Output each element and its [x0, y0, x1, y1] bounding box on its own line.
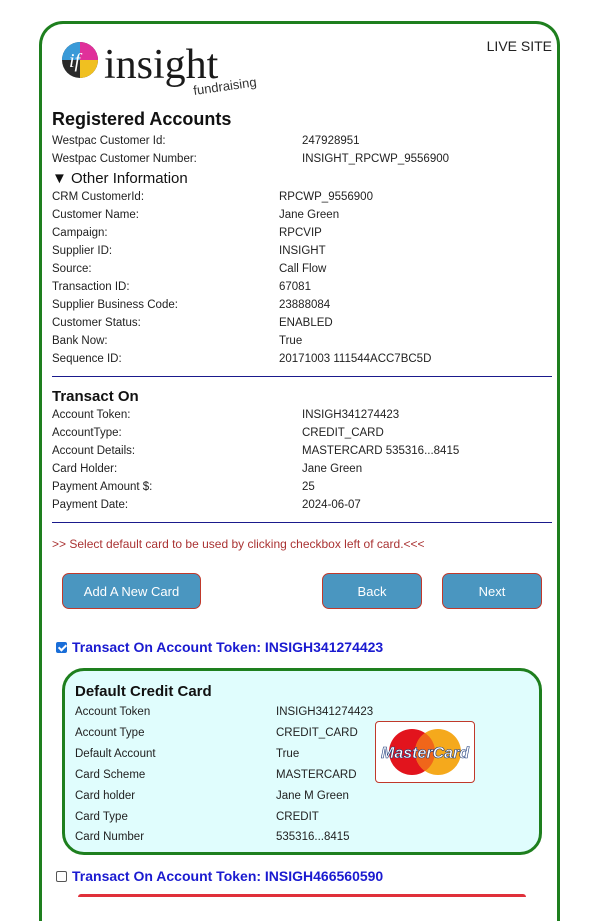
card-value: MASTERCARD — [276, 768, 357, 781]
other-value: Jane Green — [279, 209, 340, 221]
other-info-toggle[interactable]: ▼ Other Information — [52, 170, 188, 187]
token-option: Transact On Account Token: INSIGH4665605… — [56, 868, 383, 884]
card-label: Default Account — [75, 747, 156, 760]
card-value: True — [276, 747, 300, 760]
back-button[interactable]: Back — [322, 573, 422, 609]
other-value: 67081 — [279, 281, 311, 293]
token-checkbox[interactable] — [56, 641, 67, 653]
transact-value: 25 — [302, 481, 315, 493]
other-value: RPCWP_9556900 — [279, 191, 373, 203]
other-label: CRM CustomerId: — [52, 191, 145, 203]
transact-label: Account Token: — [52, 409, 131, 421]
token-option: Transact On Account Token: INSIGH3412744… — [56, 639, 383, 655]
transact-label: Payment Amount $: — [52, 481, 153, 493]
transact-label: AccountType: — [52, 427, 122, 439]
other-value: Call Flow — [279, 263, 327, 275]
transact-label: Account Details: — [52, 445, 136, 457]
other-value: 23888084 — [279, 299, 331, 311]
transact-value: MASTERCARD 535316...8415 — [302, 445, 460, 457]
other-value: RPCVIP — [279, 227, 322, 239]
select-card-note: >> Select default card to be used by cli… — [52, 537, 425, 551]
reg-label: Westpac Customer Number: — [52, 153, 197, 165]
other-label: Supplier ID: — [52, 245, 113, 257]
card-value: CREDIT — [276, 810, 319, 823]
registered-title: Registered Accounts — [52, 109, 232, 129]
card-label: Card Scheme — [75, 768, 146, 781]
token-checkbox[interactable] — [56, 870, 67, 882]
insight-logo: if insight fundraising — [60, 40, 270, 100]
card-label: Card Number — [75, 831, 145, 844]
other-value: INSIGHT — [279, 245, 326, 257]
mastercard-text: MasterCard — [381, 745, 470, 762]
other-label: Transaction ID: — [52, 281, 130, 293]
other-label: Source: — [52, 263, 92, 275]
other-label: Campaign: — [52, 227, 108, 239]
add-new-card-button[interactable]: Add A New Card — [62, 573, 201, 609]
transact-value: INSIGH341274423 — [302, 409, 400, 421]
card-value: 535316...8415 — [276, 831, 350, 844]
card-label: Account Type — [75, 726, 145, 739]
other-label: Customer Name: — [52, 209, 139, 221]
transact-value: 2024-06-07 — [302, 499, 361, 511]
other-label: Customer Status: — [52, 317, 141, 329]
other-value: ENABLED — [279, 317, 333, 329]
divider — [52, 376, 552, 377]
other-value: 20171003 111544ACC7BC5D — [279, 353, 432, 365]
next-button[interactable]: Next — [442, 573, 542, 609]
transact-value: Jane Green — [302, 463, 363, 475]
live-site-label: LIVE SITE — [486, 38, 552, 54]
transact-label: Payment Date: — [52, 499, 129, 511]
reg-label: Westpac Customer Id: — [52, 135, 166, 147]
mastercard-logo: MasterCard — [375, 721, 475, 783]
card-value: INSIGH341274423 — [276, 706, 374, 718]
transact-title: Transact On — [52, 388, 139, 405]
other-label: Supplier Business Code: — [52, 299, 178, 311]
card-value: Jane M Green — [276, 789, 349, 802]
card-label: Card Type — [75, 810, 128, 823]
token-label[interactable]: Transact On Account Token: INSIGH4665605… — [72, 868, 383, 884]
card-label: Card holder — [75, 789, 136, 802]
transact-label: Card Holder: — [52, 463, 118, 475]
other-label: Sequence ID: — [52, 353, 122, 365]
token-label[interactable]: Transact On Account Token: INSIGH3412744… — [72, 639, 383, 655]
card-label: Account Token — [75, 706, 151, 718]
transact-value: CREDIT_CARD — [302, 427, 384, 439]
reg-value: INSIGHT_RPCWP_9556900 — [302, 153, 450, 165]
default-card-title: Default Credit Card — [75, 683, 212, 700]
other-label: Bank Now: — [52, 335, 108, 347]
divider — [52, 522, 552, 523]
card-value: CREDIT_CARD — [276, 726, 358, 739]
reg-value: 247928951 — [302, 135, 360, 147]
other-value: True — [279, 335, 303, 347]
